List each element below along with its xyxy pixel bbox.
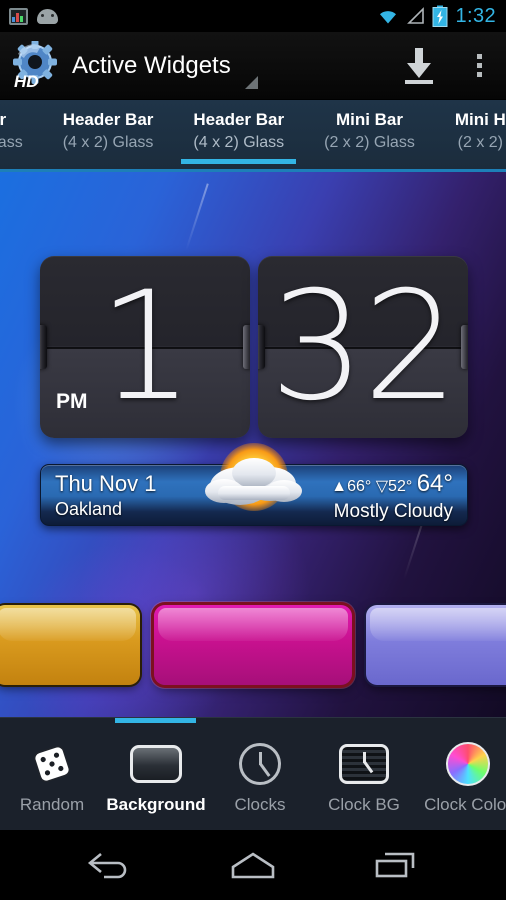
battery-charging-icon [432, 5, 448, 27]
app-screen: 1:32 HD Active Widgets r ass Header Bar … [0, 0, 506, 900]
page-title: Active Widgets [72, 51, 231, 79]
tab-subtitle: (2 x 2) Glass [324, 134, 415, 151]
hinge-icon [461, 325, 468, 369]
overflow-dot [476, 63, 482, 68]
svg-text:HD: HD [14, 72, 39, 91]
tab-subtitle: (2 x 2) Glass [0, 134, 23, 151]
gear-hd-icon[interactable]: HD [8, 39, 60, 91]
weather-bar[interactable]: Thu Nov 1 Oakland ▲66° ▽52° 64° Mostly C… [40, 443, 468, 526]
stats-icon [9, 7, 28, 25]
toolbar-item-clocks[interactable]: Clocks [208, 728, 312, 828]
back-button[interactable] [62, 830, 158, 900]
android-nav-bar [0, 830, 506, 900]
widget-tab-bar[interactable]: Header (2 x 2) Glass Header Bar (4 x 2) … [0, 100, 506, 172]
weather-condition: Mostly Cloudy [333, 501, 453, 522]
tab-title: Header [0, 110, 7, 129]
toolbar-indicator [115, 718, 196, 723]
dice-icon [31, 740, 73, 788]
overflow-menu-button[interactable] [452, 32, 506, 100]
orange-swatch[interactable] [0, 605, 140, 685]
tab-indicator-active [181, 159, 297, 164]
tab-subtitle: (4 x 2) Glass [62, 134, 154, 151]
tab-subtitle: (2 x 2) Glass [457, 134, 506, 151]
tab-indicator [0, 159, 35, 164]
weather-city: Oakland [55, 499, 123, 519]
back-icon [87, 852, 126, 879]
home-button[interactable] [205, 830, 301, 900]
weather-low: ▽52° [375, 478, 413, 495]
weather-temp-group: ▲66° ▽52° 64° Mostly Cloudy [331, 471, 453, 524]
recents-button[interactable] [348, 830, 444, 900]
toolbar-items: Random Background Clocks Clock BG Clock … [0, 728, 506, 828]
editor-toolbar[interactable]: Random Background Clocks Clock BG Clock … [0, 717, 506, 830]
toolbar-label: Random [19, 795, 85, 814]
signal-icon [407, 7, 425, 24]
toolbar-item-clock-color[interactable]: Clock Color [416, 728, 506, 828]
weather-temps: ▲66° ▽52° 64° [331, 471, 453, 500]
light-streak [185, 183, 209, 251]
tab-mini-bar[interactable]: Mini Bar (2 x 2) Glass [304, 100, 435, 172]
color-wheel-icon [446, 740, 490, 788]
clock-icon [239, 740, 281, 788]
purple-swatch[interactable] [366, 605, 506, 685]
flip-clock-widget[interactable]: 1 PM 32 [40, 256, 468, 438]
hinge-icon [40, 325, 47, 369]
action-bar-actions [386, 32, 506, 100]
dropdown-triangle-icon[interactable] [244, 76, 258, 89]
toolbar-label: Clock BG [328, 795, 400, 814]
clock-hour-card: 1 PM [40, 256, 250, 438]
toolbar-item-background[interactable]: Background [104, 728, 208, 828]
clock-meridiem: PM [56, 390, 88, 413]
status-bar-clock: 1:32 [455, 5, 496, 27]
tab-title: Mini Header [454, 110, 506, 129]
sun-behind-cloud-icon [188, 429, 320, 529]
wifi-icon [380, 11, 397, 24]
recents-icon [376, 852, 415, 878]
status-bar: 1:32 [0, 0, 506, 32]
background-swatch-row[interactable] [0, 600, 506, 690]
weather-high: ▲66° [331, 478, 372, 495]
download-icon [405, 47, 433, 84]
status-bar-notifications [0, 7, 58, 25]
clock-bg-icon [339, 740, 389, 788]
tab-indicator [312, 159, 427, 164]
overflow-dot [476, 72, 482, 77]
tab-strip: Header (2 x 2) Glass Header Bar (4 x 2) … [0, 100, 506, 172]
weather-date: Thu Nov 1 [55, 471, 157, 496]
tab-header-bar-2[interactable]: Header Bar (4 x 2) Glass [173, 100, 304, 172]
tab-indicator [443, 159, 506, 164]
tab-subtitle: (4 x 2) Glass [193, 134, 285, 151]
clock-minute-card: 32 [258, 256, 468, 438]
tab-title: Header Bar [193, 110, 285, 129]
weather-location-group: Thu Nov 1 Oakland [55, 471, 157, 521]
widget-preview[interactable]: 1 PM 32 Thu Nov 1 Oakland ▲66° ▽52° 64° [0, 172, 506, 717]
toolbar-label: Background [106, 795, 206, 814]
tab-mini-header[interactable]: Mini Header (2 x 2) Glass [435, 100, 506, 172]
clock-minute: 32 [269, 260, 459, 434]
tab-header[interactable]: Header (2 x 2) Glass [0, 100, 43, 172]
status-bar-system: 1:32 [377, 5, 506, 27]
tab-title: Header Bar [62, 110, 154, 129]
download-button[interactable] [386, 32, 452, 100]
tab-title: Mini Bar [335, 110, 403, 129]
home-icon [231, 852, 275, 879]
hinge-icon [258, 325, 265, 369]
weather-current: 64° [416, 470, 453, 497]
android-head-icon [37, 8, 58, 24]
tab-indicator [51, 159, 166, 164]
action-bar: HD Active Widgets [0, 32, 506, 100]
toolbar-item-clock-bg[interactable]: Clock BG [312, 728, 416, 828]
toolbar-item-random[interactable]: Random [0, 728, 104, 828]
tab-header-bar-1[interactable]: Header Bar (4 x 2) Glass [43, 100, 174, 172]
pink-swatch-selected[interactable] [154, 605, 352, 685]
overflow-dot [476, 54, 482, 59]
hinge-icon [243, 325, 250, 369]
toolbar-label: Clocks [234, 795, 286, 814]
toolbar-label: Clock Color [424, 795, 506, 814]
background-rect-icon [130, 740, 182, 788]
